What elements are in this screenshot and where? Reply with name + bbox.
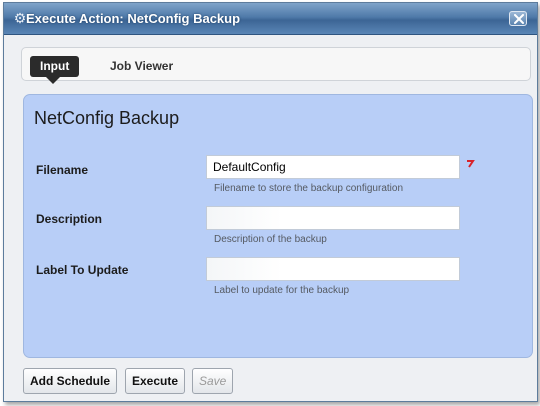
description-input[interactable]: [206, 206, 460, 230]
description-hint: Description of the backup: [214, 234, 327, 245]
close-button[interactable]: [509, 11, 527, 26]
form-title: NetConfig Backup: [34, 108, 180, 128]
form-panel: NetConfig Backup Filename Filename to st…: [23, 94, 533, 358]
required-icon: [467, 160, 475, 168]
title-bar[interactable]: ⚙ Execute Action: NetConfig Backup: [4, 3, 537, 35]
filename-label: Filename: [36, 163, 89, 177]
save-button[interactable]: Save: [192, 368, 234, 394]
filename-hint: Filename to store the backup configurati…: [214, 183, 403, 194]
close-icon: [514, 14, 524, 24]
tab-job-viewer[interactable]: Job Viewer: [102, 56, 181, 77]
dialog-title: Execute Action: NetConfig Backup: [26, 11, 241, 26]
label-to-update-input[interactable]: [206, 257, 460, 281]
label-to-update-hint: Label to update for the backup: [214, 285, 350, 296]
label-to-update-label: Label To Update: [36, 263, 129, 277]
execute-button[interactable]: Execute: [125, 368, 186, 394]
description-label: Description: [36, 212, 103, 226]
execute-action-dialog: ⚙ Execute Action: NetConfig Backup Input…: [3, 2, 538, 402]
filename-input[interactable]: [206, 155, 460, 179]
tab-bar: Input Job Viewer: [21, 47, 531, 84]
selected-tab-pointer: [46, 77, 60, 84]
add-schedule-button[interactable]: Add Schedule: [23, 368, 118, 394]
tab-input[interactable]: Input: [30, 56, 80, 77]
